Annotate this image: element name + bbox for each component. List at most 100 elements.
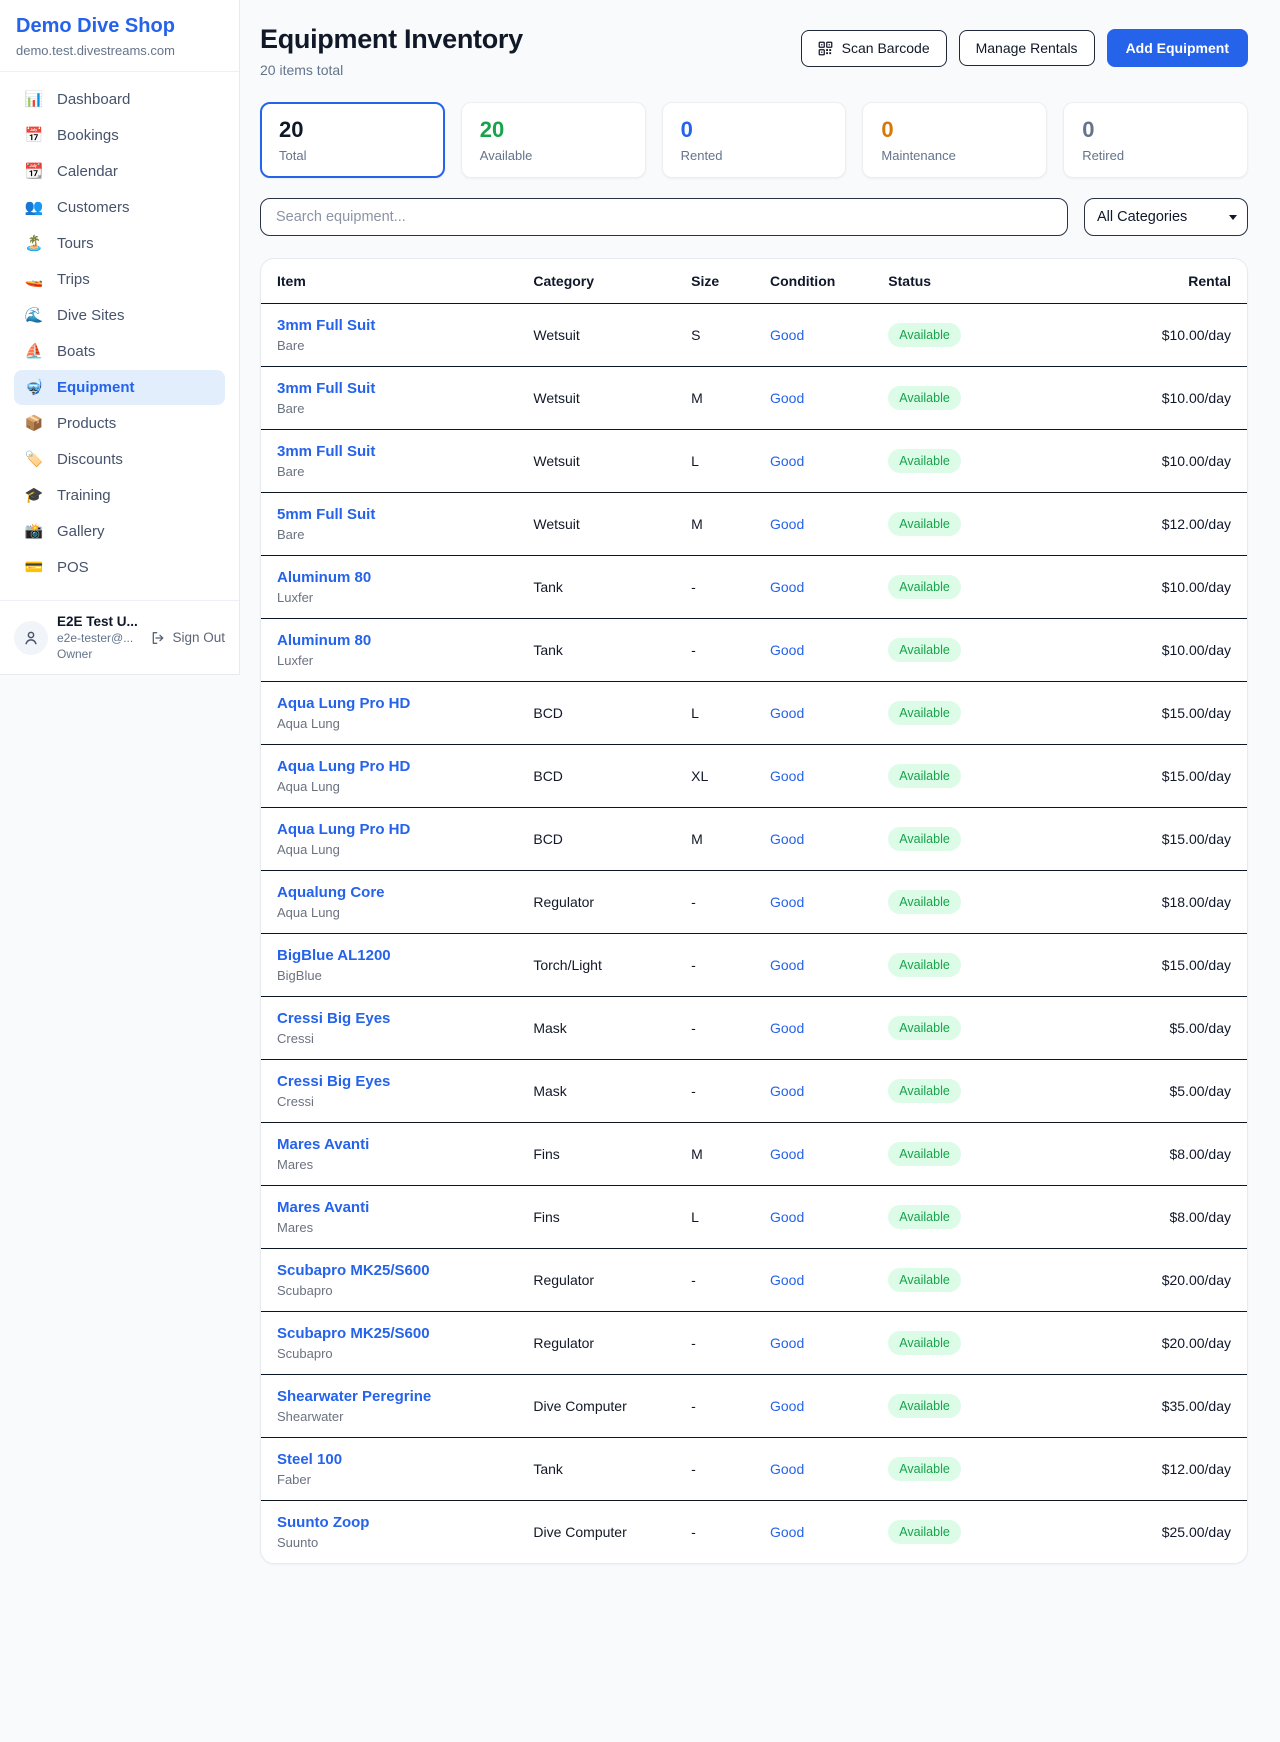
sign-out-button[interactable]: Sign Out: [150, 630, 225, 646]
condition-link[interactable]: Good: [770, 1524, 804, 1540]
item-name-link[interactable]: Cressi Big Eyes: [277, 1073, 501, 1090]
search-input[interactable]: [260, 198, 1068, 236]
status-badge: Available: [888, 512, 961, 536]
item-name-link[interactable]: 5mm Full Suit: [277, 506, 501, 523]
item-name-link[interactable]: Suunto Zoop: [277, 1514, 501, 1531]
category-filter[interactable]: All Categories: [1084, 198, 1248, 236]
item-name-link[interactable]: Cressi Big Eyes: [277, 1010, 501, 1027]
sidebar-item-dashboard[interactable]: 📊 Dashboard: [14, 82, 225, 117]
sidebar-item-calendar[interactable]: 📆 Calendar: [14, 154, 225, 189]
condition-link[interactable]: Good: [770, 453, 804, 469]
item-name-link[interactable]: Scubapro MK25/S600: [277, 1262, 501, 1279]
item-name-link[interactable]: Mares Avanti: [277, 1199, 501, 1216]
item-category: Tank: [517, 1438, 675, 1501]
item-size: -: [675, 1249, 754, 1312]
condition-link[interactable]: Good: [770, 1335, 804, 1351]
sidebar-item-pos[interactable]: 💳 POS: [14, 550, 225, 585]
manage-rentals-button[interactable]: Manage Rentals: [959, 30, 1095, 66]
sidebar-item-equipment[interactable]: 🤿 Equipment: [14, 370, 225, 405]
user-name: E2E Test U...: [57, 614, 141, 629]
stat-card-retired[interactable]: 0 Retired: [1063, 102, 1248, 178]
item-size: M: [675, 808, 754, 871]
item-name-link[interactable]: Aluminum 80: [277, 632, 501, 649]
condition-link[interactable]: Good: [770, 642, 804, 658]
table-row: Cressi Big Eyes Cressi Mask - Good Avail…: [261, 1060, 1247, 1123]
status-badge: Available: [888, 1331, 961, 1355]
item-name-link[interactable]: Scubapro MK25/S600: [277, 1325, 501, 1342]
scan-barcode-button[interactable]: Scan Barcode: [801, 30, 947, 67]
condition-link[interactable]: Good: [770, 1461, 804, 1477]
item-name-link[interactable]: Aqua Lung Pro HD: [277, 758, 501, 775]
condition-link[interactable]: Good: [770, 1146, 804, 1162]
status-badge: Available: [888, 1457, 961, 1481]
condition-link[interactable]: Good: [770, 831, 804, 847]
people-icon: 👥: [24, 200, 44, 215]
item-name-link[interactable]: BigBlue AL1200: [277, 947, 501, 964]
item-name-link[interactable]: 3mm Full Suit: [277, 380, 501, 397]
item-size: XL: [675, 745, 754, 808]
condition-link[interactable]: Good: [770, 516, 804, 532]
item-category: Fins: [517, 1123, 675, 1186]
status-badge: Available: [888, 1394, 961, 1418]
item-size: -: [675, 1501, 754, 1564]
sidebar-item-boats[interactable]: ⛵ Boats: [14, 334, 225, 369]
status-badge: Available: [888, 575, 961, 599]
status-badge: Available: [888, 701, 961, 725]
item-size: -: [675, 997, 754, 1060]
sidebar-item-customers[interactable]: 👥 Customers: [14, 190, 225, 225]
item-brand: Aqua Lung: [277, 779, 501, 794]
item-name-link[interactable]: Aqua Lung Pro HD: [277, 821, 501, 838]
sidebar-item-bookings[interactable]: 📅 Bookings: [14, 118, 225, 153]
item-name-link[interactable]: Steel 100: [277, 1451, 501, 1468]
item-name-link[interactable]: Aqua Lung Pro HD: [277, 695, 501, 712]
table-row: Aluminum 80 Luxfer Tank - Good Available…: [261, 556, 1247, 619]
condition-link[interactable]: Good: [770, 579, 804, 595]
sidebar-item-gallery[interactable]: 📸 Gallery: [14, 514, 225, 549]
condition-link[interactable]: Good: [770, 1083, 804, 1099]
condition-link[interactable]: Good: [770, 705, 804, 721]
item-category: Wetsuit: [517, 430, 675, 493]
condition-link[interactable]: Good: [770, 327, 804, 343]
condition-link[interactable]: Good: [770, 768, 804, 784]
add-equipment-button[interactable]: Add Equipment: [1107, 29, 1248, 67]
item-name-link[interactable]: Aqualung Core: [277, 884, 501, 901]
sidebar-item-training[interactable]: 🎓 Training: [14, 478, 225, 513]
item-category: Torch/Light: [517, 934, 675, 997]
rental-price: $8.00/day: [1089, 1186, 1247, 1249]
item-brand: Luxfer: [277, 590, 501, 605]
condition-link[interactable]: Good: [770, 1272, 804, 1288]
item-name-link[interactable]: Mares Avanti: [277, 1136, 501, 1153]
sidebar-item-dive-sites[interactable]: 🌊 Dive Sites: [14, 298, 225, 333]
condition-link[interactable]: Good: [770, 390, 804, 406]
stat-card-available[interactable]: 20 Available: [461, 102, 646, 178]
item-category: Dive Computer: [517, 1501, 675, 1564]
condition-link[interactable]: Good: [770, 894, 804, 910]
status-badge: Available: [888, 1142, 961, 1166]
condition-link[interactable]: Good: [770, 1398, 804, 1414]
items-total-subtitle: 20 items total: [260, 62, 523, 78]
sidebar-item-products[interactable]: 📦 Products: [14, 406, 225, 441]
column-header-item: Item: [261, 259, 517, 304]
condition-link[interactable]: Good: [770, 1209, 804, 1225]
table-row: Shearwater Peregrine Shearwater Dive Com…: [261, 1375, 1247, 1438]
item-name-link[interactable]: 3mm Full Suit: [277, 317, 501, 334]
item-size: -: [675, 1060, 754, 1123]
sidebar-item-discounts[interactable]: 🏷️ Discounts: [14, 442, 225, 477]
condition-link[interactable]: Good: [770, 1020, 804, 1036]
condition-link[interactable]: Good: [770, 957, 804, 973]
table-row: Aqualung Core Aqua Lung Regulator - Good…: [261, 871, 1247, 934]
stat-card-rented[interactable]: 0 Rented: [662, 102, 847, 178]
sign-out-label: Sign Out: [172, 630, 225, 645]
graduation-cap-icon: 🎓: [24, 488, 44, 503]
item-name-link[interactable]: Shearwater Peregrine: [277, 1388, 501, 1405]
sidebar-item-trips[interactable]: 🚤 Trips: [14, 262, 225, 297]
diving-mask-icon: 🤿: [24, 380, 44, 395]
item-name-link[interactable]: 3mm Full Suit: [277, 443, 501, 460]
island-icon: 🏝️: [24, 236, 44, 251]
stat-card-total[interactable]: 20 Total: [260, 102, 445, 178]
item-name-link[interactable]: Aluminum 80: [277, 569, 501, 586]
stat-card-maintenance[interactable]: 0 Maintenance: [862, 102, 1047, 178]
brand-name[interactable]: Demo Dive Shop: [16, 15, 223, 38]
brand-domain: demo.test.divestreams.com: [16, 43, 223, 58]
sidebar-item-tours[interactable]: 🏝️ Tours: [14, 226, 225, 261]
